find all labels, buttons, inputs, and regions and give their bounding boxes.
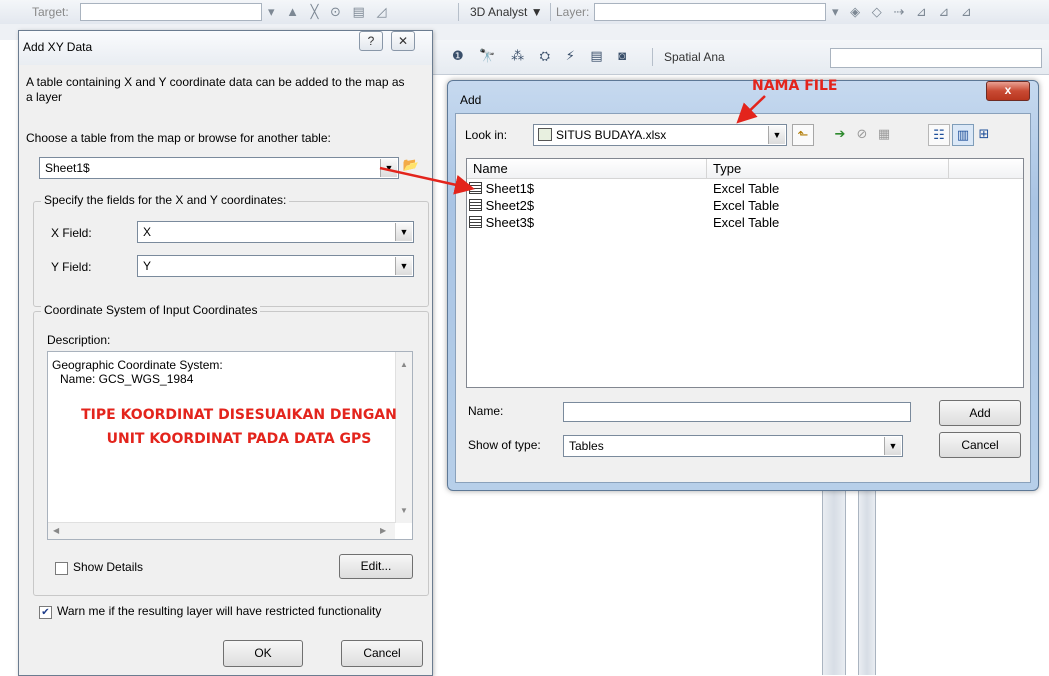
arrow-to-sheet1 (379, 166, 475, 195)
arrow-to-file-name (736, 95, 766, 124)
annotation-arrows (379, 95, 766, 195)
